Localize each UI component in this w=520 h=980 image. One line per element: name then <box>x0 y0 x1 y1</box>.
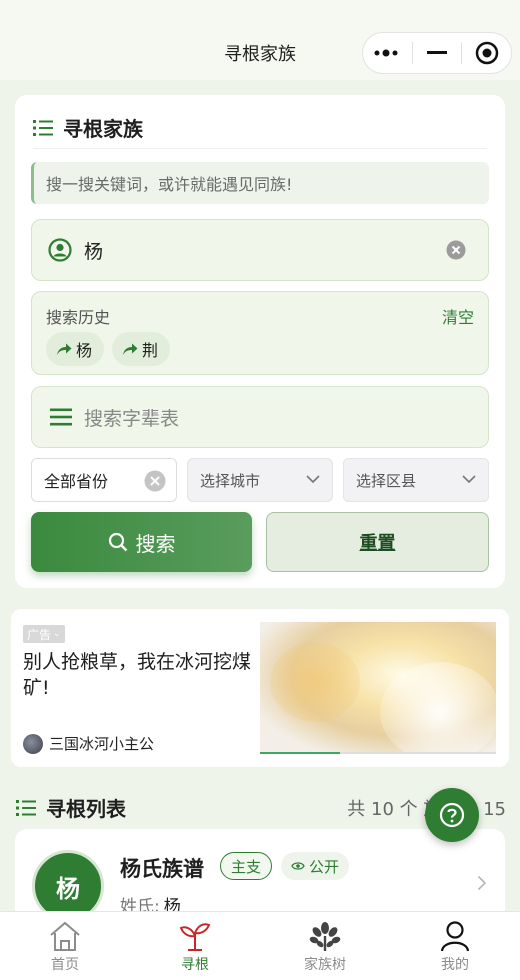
chevron-down-icon: ⌄ <box>53 629 61 639</box>
tab-family-tree-label: 家族树 <box>304 957 346 973</box>
more-dots-icon <box>374 49 398 57</box>
reset-button[interactable]: 重置 <box>266 512 489 572</box>
redo-arrow-icon <box>123 343 138 355</box>
ad-title: 别人抢粮草，我在冰河挖煤矿! <box>23 651 252 699</box>
name-search-input[interactable]: 杨 <box>31 219 489 281</box>
search-icon <box>108 532 127 552</box>
ad-carousel-progress <box>260 752 496 754</box>
history-chip[interactable]: 杨 <box>46 332 105 366</box>
ad-author: 三国冰河小主公 <box>23 733 154 754</box>
list-icon <box>16 799 36 816</box>
branch-tag: 主支 <box>220 852 273 880</box>
close-miniprogram-button[interactable] <box>462 33 511 73</box>
search-card-header: 寻根家族 <box>33 113 143 142</box>
visibility-tag-label: 公开 <box>309 857 340 876</box>
search-card: 寻根家族 搜一搜关键词，或许就能遇见同族! 杨 搜索历史 清空 杨 荆 搜索字辈… <box>15 95 505 588</box>
tab-family-tree[interactable]: 家族树 <box>260 912 390 980</box>
sprout-icon <box>179 923 211 951</box>
menu-icon <box>50 408 72 426</box>
generation-search-placeholder: 搜索字辈表 <box>84 407 180 430</box>
tab-home[interactable]: 首页 <box>0 912 130 980</box>
divider <box>33 148 487 149</box>
ad-image <box>260 622 496 754</box>
ad-author-name: 三国冰河小主公 <box>49 735 155 753</box>
search-history-title: 搜索历史 <box>46 308 111 327</box>
eye-icon <box>291 862 305 870</box>
history-chip[interactable]: 荆 <box>112 332 171 366</box>
search-button[interactable]: 搜索 <box>31 512 252 572</box>
history-chip-label: 荆 <box>142 341 159 360</box>
ad-carousel-progress-fill <box>260 752 341 754</box>
province-value: 全部省份 <box>44 472 109 491</box>
clear-icon[interactable] <box>144 470 166 492</box>
chevron-right-icon <box>477 875 487 891</box>
minimize-button[interactable] <box>413 33 462 73</box>
history-chips: 杨 荆 <box>46 332 171 366</box>
chevron-down-icon <box>462 475 476 484</box>
tree-icon <box>309 922 341 951</box>
city-placeholder: 选择城市 <box>200 471 261 490</box>
nav-bar: 寻根家族 <box>0 0 520 80</box>
search-card-title: 寻根家族 <box>63 117 143 141</box>
user-circle-icon <box>48 238 72 262</box>
tab-root-search[interactable]: 寻根 <box>130 912 260 980</box>
genealogy-name: 杨氏族谱 <box>120 857 204 881</box>
minus-icon <box>427 51 447 54</box>
search-history: 搜索历史 清空 杨 荆 <box>31 291 489 375</box>
history-chip-label: 杨 <box>76 341 93 360</box>
province-select[interactable]: 全部省份 <box>31 458 177 502</box>
target-icon <box>475 41 498 65</box>
city-select[interactable]: 选择城市 <box>187 458 333 502</box>
tab-root-search-label: 寻根 <box>181 957 209 973</box>
ad-image-glow <box>270 642 360 722</box>
search-button-label: 搜索 <box>135 531 176 556</box>
region-selects: 全部省份 选择城市 选择区县 <box>31 458 489 502</box>
search-tip: 搜一搜关键词，或许就能遇见同族! <box>31 162 489 204</box>
chevron-down-icon <box>306 475 320 484</box>
miniprogram-capsule <box>362 32 512 74</box>
generation-search-input[interactable]: 搜索字辈表 <box>31 386 489 448</box>
district-select[interactable]: 选择区县 <box>343 458 489 502</box>
list-header: 寻根列表 <box>16 793 126 822</box>
district-placeholder: 选择区县 <box>356 471 417 490</box>
clear-icon[interactable] <box>446 240 466 260</box>
redo-arrow-icon <box>57 343 72 355</box>
ad-badge[interactable]: 广告 ⌄ <box>23 625 65 643</box>
ad-badge-label: 广告 <box>27 627 52 642</box>
help-button[interactable] <box>425 788 479 842</box>
visibility-tag: 公开 <box>281 852 350 880</box>
tab-bar: 首页 寻根 家族树 我的 <box>0 911 520 980</box>
tab-mine[interactable]: 我的 <box>390 912 520 980</box>
clear-history-button[interactable]: 清空 <box>442 304 474 328</box>
ad-image-glow <box>380 662 496 754</box>
home-icon <box>50 921 80 951</box>
name-search-value: 杨 <box>84 240 104 263</box>
ad-banner[interactable]: 广告 ⌄ 别人抢粮草，我在冰河挖煤矿! 三国冰河小主公 <box>11 609 509 767</box>
tab-home-label: 首页 <box>51 957 79 973</box>
list-title: 寻根列表 <box>46 797 126 821</box>
question-icon <box>439 802 465 828</box>
more-button[interactable] <box>363 33 412 73</box>
avatar <box>23 733 43 754</box>
list-icon <box>33 119 53 136</box>
tab-mine-label: 我的 <box>441 957 469 973</box>
user-icon <box>440 921 470 952</box>
